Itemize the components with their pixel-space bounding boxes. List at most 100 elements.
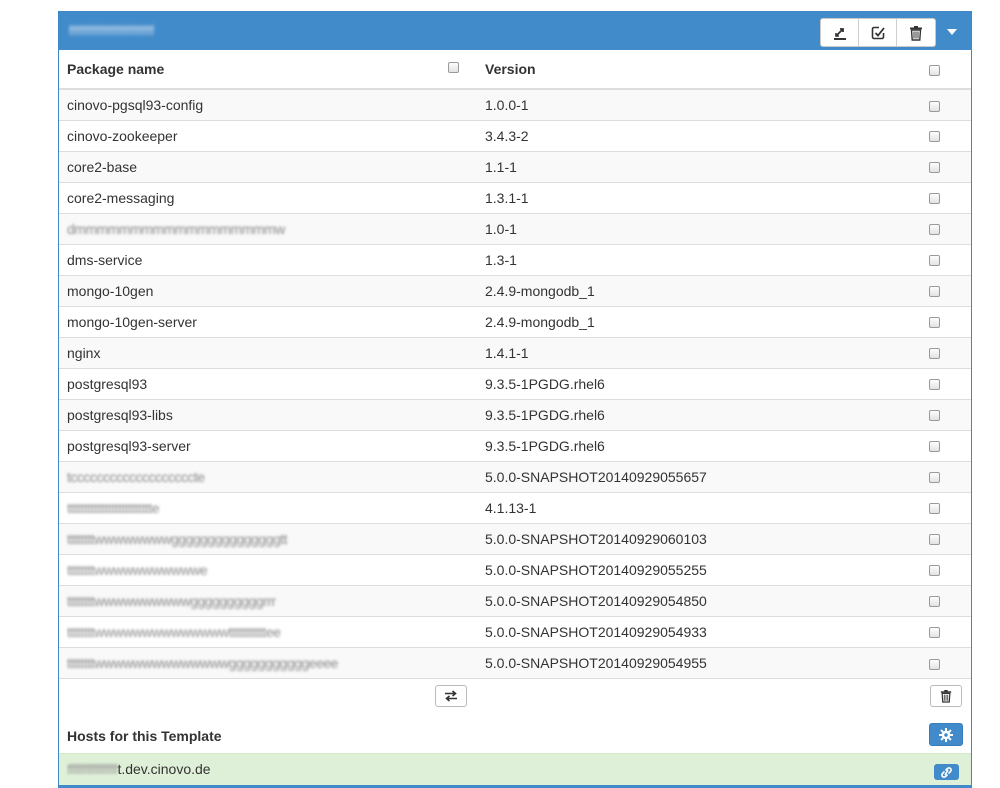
row-select-checkbox[interactable] [929,658,940,670]
package-version-cell: 9.3.5-1PGDG.rhel6 [477,398,897,430]
package-name: dms-service [67,251,143,268]
table-row: mongo-10gen-server 2.4.9-mongodb_1 [59,305,971,337]
row-select-cell [897,553,971,585]
table-row: dms-service 1.3-1 [59,243,971,275]
column-header-version-label: Version [485,61,536,77]
package-name: ttttttttwwwwwwwwwwwe [67,561,208,578]
package-name: nginx [67,344,101,361]
hosts-settings-button[interactable] [929,723,963,746]
package-version-cell: 5.0.0-SNAPSHOT20140929054955 [477,646,897,678]
package-version-cell: 5.0.0-SNAPSHOT20140929054933 [477,615,897,647]
column-header-select [897,50,971,90]
package-version-cell: 5.0.0-SNAPSHOT20140929054850 [477,584,897,616]
package-name-cell: ttttttttttttttttttttttttte [59,491,477,523]
table-row: ttttttttttttttttttttttttte 4.1.13-1 [59,491,971,523]
package-name: core2-messaging [67,189,175,206]
table-row: core2-base 1.1-1 [59,150,971,182]
table-row: postgresql93-libs 9.3.5-1PGDG.rhel6 [59,398,971,430]
table-row: tcccccccccccccccccccte 5.0.0-SNAPSHOT2014… [59,460,971,492]
delete-selected-packages-button[interactable] [930,685,962,707]
delete-template-button[interactable] [897,19,935,46]
package-name-cell: postgresql93 [59,367,477,399]
package-version: 4.1.13-1 [485,499,537,516]
package-version: 1.1-1 [485,158,517,175]
select-all-packages-checkbox[interactable] [448,62,459,73]
package-name-cell: dms-service [59,243,477,275]
host-name-prefix: ffffffffffffffff [67,761,118,777]
row-select-checkbox[interactable] [929,627,940,639]
table-row: ttttttttwwwwwwwwwwggggggggggrrr 5.0.0-SNA… [59,584,971,616]
package-name-cell: ttttttttwwwwwwwwwwwe [59,553,477,585]
dropdown-toggle[interactable] [944,24,960,40]
row-select-checkbox[interactable] [929,410,940,422]
panel-header: ffffffffffffffffffffff [59,12,971,50]
package-version-cell: 1.3.1-1 [477,181,897,213]
host-row[interactable]: fffffffffffffffft.dev.cinovo.de [59,753,971,785]
row-select-checkbox[interactable] [929,503,940,515]
row-select-checkbox[interactable] [929,193,940,205]
table-row: nginx 1.4.1-1 [59,336,971,368]
row-select-checkbox[interactable] [929,255,940,267]
row-select-checkbox[interactable] [929,224,940,236]
package-table: Package name Version cinovo-pgsql93-conf… [59,50,971,678]
row-select-cell [897,615,971,647]
row-select-cell [897,522,971,554]
row-select-cell [897,212,971,244]
package-version-cell: 3.4.3-2 [477,119,897,151]
row-select-checkbox[interactable] [929,131,940,143]
package-name-cell: mongo-10gen-server [59,305,477,337]
edit-button[interactable] [859,19,897,46]
package-version: 9.3.5-1PGDG.rhel6 [485,375,605,392]
package-name-cell: postgresql93-libs [59,398,477,430]
package-version: 1.0.0-1 [485,96,529,113]
package-name-cell: core2-base [59,150,477,182]
host-link-button[interactable] [934,764,959,780]
package-name: postgresql93-libs [67,406,173,423]
package-version-cell: 1.1-1 [477,150,897,182]
package-version: 9.3.5-1PGDG.rhel6 [485,437,605,454]
package-version-cell: 1.4.1-1 [477,336,897,368]
deploy-icon [833,27,846,40]
row-select-checkbox[interactable] [929,317,940,329]
package-version: 5.0.0-SNAPSHOT20140929060103 [485,530,707,547]
row-select-checkbox[interactable] [929,441,940,453]
package-version-cell: 4.1.13-1 [477,491,897,523]
package-version: 1.4.1-1 [485,344,529,361]
package-version-cell: 1.0.0-1 [477,88,897,120]
row-select-checkbox[interactable] [929,286,940,298]
package-version-cell: 9.3.5-1PGDG.rhel6 [477,367,897,399]
select-all-versions-checkbox[interactable] [929,64,940,76]
package-version-cell: 2.4.9-mongodb_1 [477,274,897,306]
row-select-checkbox[interactable] [929,162,940,174]
package-version: 2.4.9-mongodb_1 [485,313,595,330]
template-panel: ffffffffffffffffffffff Package name Vers… [58,11,972,788]
package-version: 5.0.0-SNAPSHOT20140929054933 [485,623,707,640]
swap-versions-button[interactable] [435,685,467,707]
row-select-checkbox[interactable] [929,379,940,391]
row-select-checkbox[interactable] [929,596,940,608]
package-version: 5.0.0-SNAPSHOT20140929055657 [485,468,707,485]
table-row: dmmmmmmmmmmmmmmmmmmw 1.0-1 [59,212,971,244]
table-header-row: Package name Version [59,50,971,90]
package-version-cell: 5.0.0-SNAPSHOT20140929060103 [477,522,897,554]
swap-arrows-icon [445,690,457,702]
package-version: 1.0-1 [485,220,517,237]
row-select-cell [897,584,971,616]
row-select-checkbox[interactable] [929,348,940,360]
host-name: fffffffffffffffft.dev.cinovo.de [67,761,211,777]
deploy-button[interactable] [821,19,859,46]
row-select-cell [897,305,971,337]
row-select-checkbox[interactable] [929,100,940,112]
table-row: ttttttttwwwwwwwwwwwwwwtttttttttttee 5.0.0… [59,615,971,647]
package-name: ttttttttwwwwwwwwwwwwwwtttttttttttee [67,623,281,640]
row-select-checkbox[interactable] [929,472,940,484]
table-row: mongo-10gen 2.4.9-mongodb_1 [59,274,971,306]
column-header-package-label: Package name [67,61,165,77]
package-version-cell: 1.3-1 [477,243,897,275]
package-name: postgresql93-server [67,437,191,454]
row-select-checkbox[interactable] [929,565,940,577]
package-version: 5.0.0-SNAPSHOT20140929054850 [485,592,707,609]
package-name: tcccccccccccccccccccte [67,468,205,485]
row-select-cell [897,491,971,523]
row-select-checkbox[interactable] [929,534,940,546]
